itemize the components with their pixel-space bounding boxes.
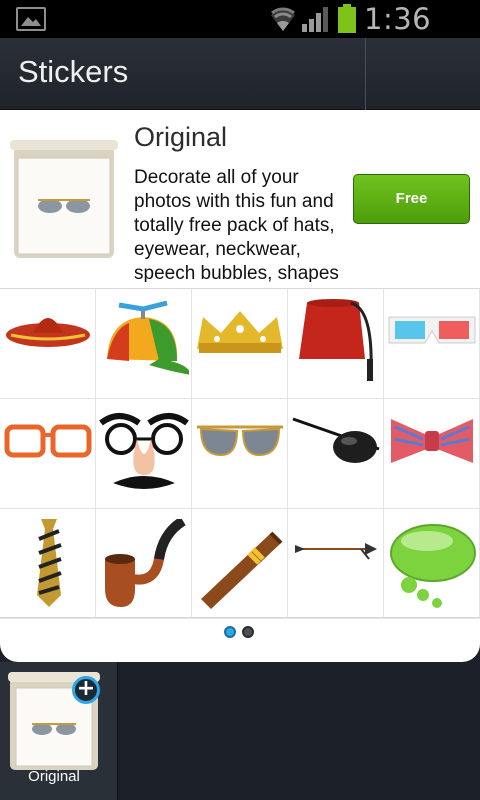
- action-bar: Stickers: [0, 38, 480, 110]
- gallery-icon: [16, 7, 46, 31]
- propeller-cap-sticker-icon[interactable]: [96, 289, 192, 399]
- cigar-sticker-icon[interactable]: [192, 509, 288, 619]
- wifi-icon: [271, 7, 295, 31]
- action-bar-divider: [365, 38, 366, 110]
- striped-tie-sticker-icon[interactable]: [0, 509, 96, 619]
- aviator-sunglasses-sticker-icon[interactable]: [192, 399, 288, 509]
- pipe-sticker-icon[interactable]: [96, 509, 192, 619]
- fez-sticker-icon[interactable]: [288, 289, 384, 399]
- sticker-pack-tray: + Original: [0, 662, 480, 800]
- speech-bubble-sticker-icon[interactable]: [384, 509, 480, 619]
- 3d-glasses-sticker-icon[interactable]: [384, 289, 480, 399]
- pack-name: Original: [134, 122, 228, 152]
- signal-icon: [302, 7, 328, 32]
- add-icon[interactable]: +: [72, 676, 100, 704]
- battery-icon: [338, 4, 356, 33]
- sticker-grid: [0, 288, 480, 619]
- arrow-sticker-icon[interactable]: [288, 509, 384, 619]
- page-title: Stickers: [18, 54, 129, 89]
- sticker-pack-card: Original Decorate all of your photos wit…: [0, 110, 480, 662]
- sombrero-sticker-icon[interactable]: [0, 289, 96, 399]
- tray-item-label: Original: [28, 768, 80, 785]
- page-dot-1[interactable]: [224, 626, 236, 638]
- orange-glasses-sticker-icon[interactable]: [0, 399, 96, 509]
- pack-description: Decorate all of your photos with this fu…: [134, 167, 339, 282]
- stickers-screen: 1:36 PM Stickers Original Decorate all o…: [0, 0, 480, 800]
- crown-sticker-icon[interactable]: [192, 289, 288, 399]
- status-bar: 1:36 PM: [0, 0, 480, 70]
- free-download-button[interactable]: Free: [353, 174, 470, 224]
- groucho-disguise-sticker-icon[interactable]: [96, 399, 192, 509]
- bow-tie-sticker-icon[interactable]: [384, 399, 480, 509]
- page-dot-2[interactable]: [242, 626, 254, 638]
- tray-item-original[interactable]: + Original: [0, 662, 118, 800]
- eye-patch-sticker-icon[interactable]: [288, 399, 384, 509]
